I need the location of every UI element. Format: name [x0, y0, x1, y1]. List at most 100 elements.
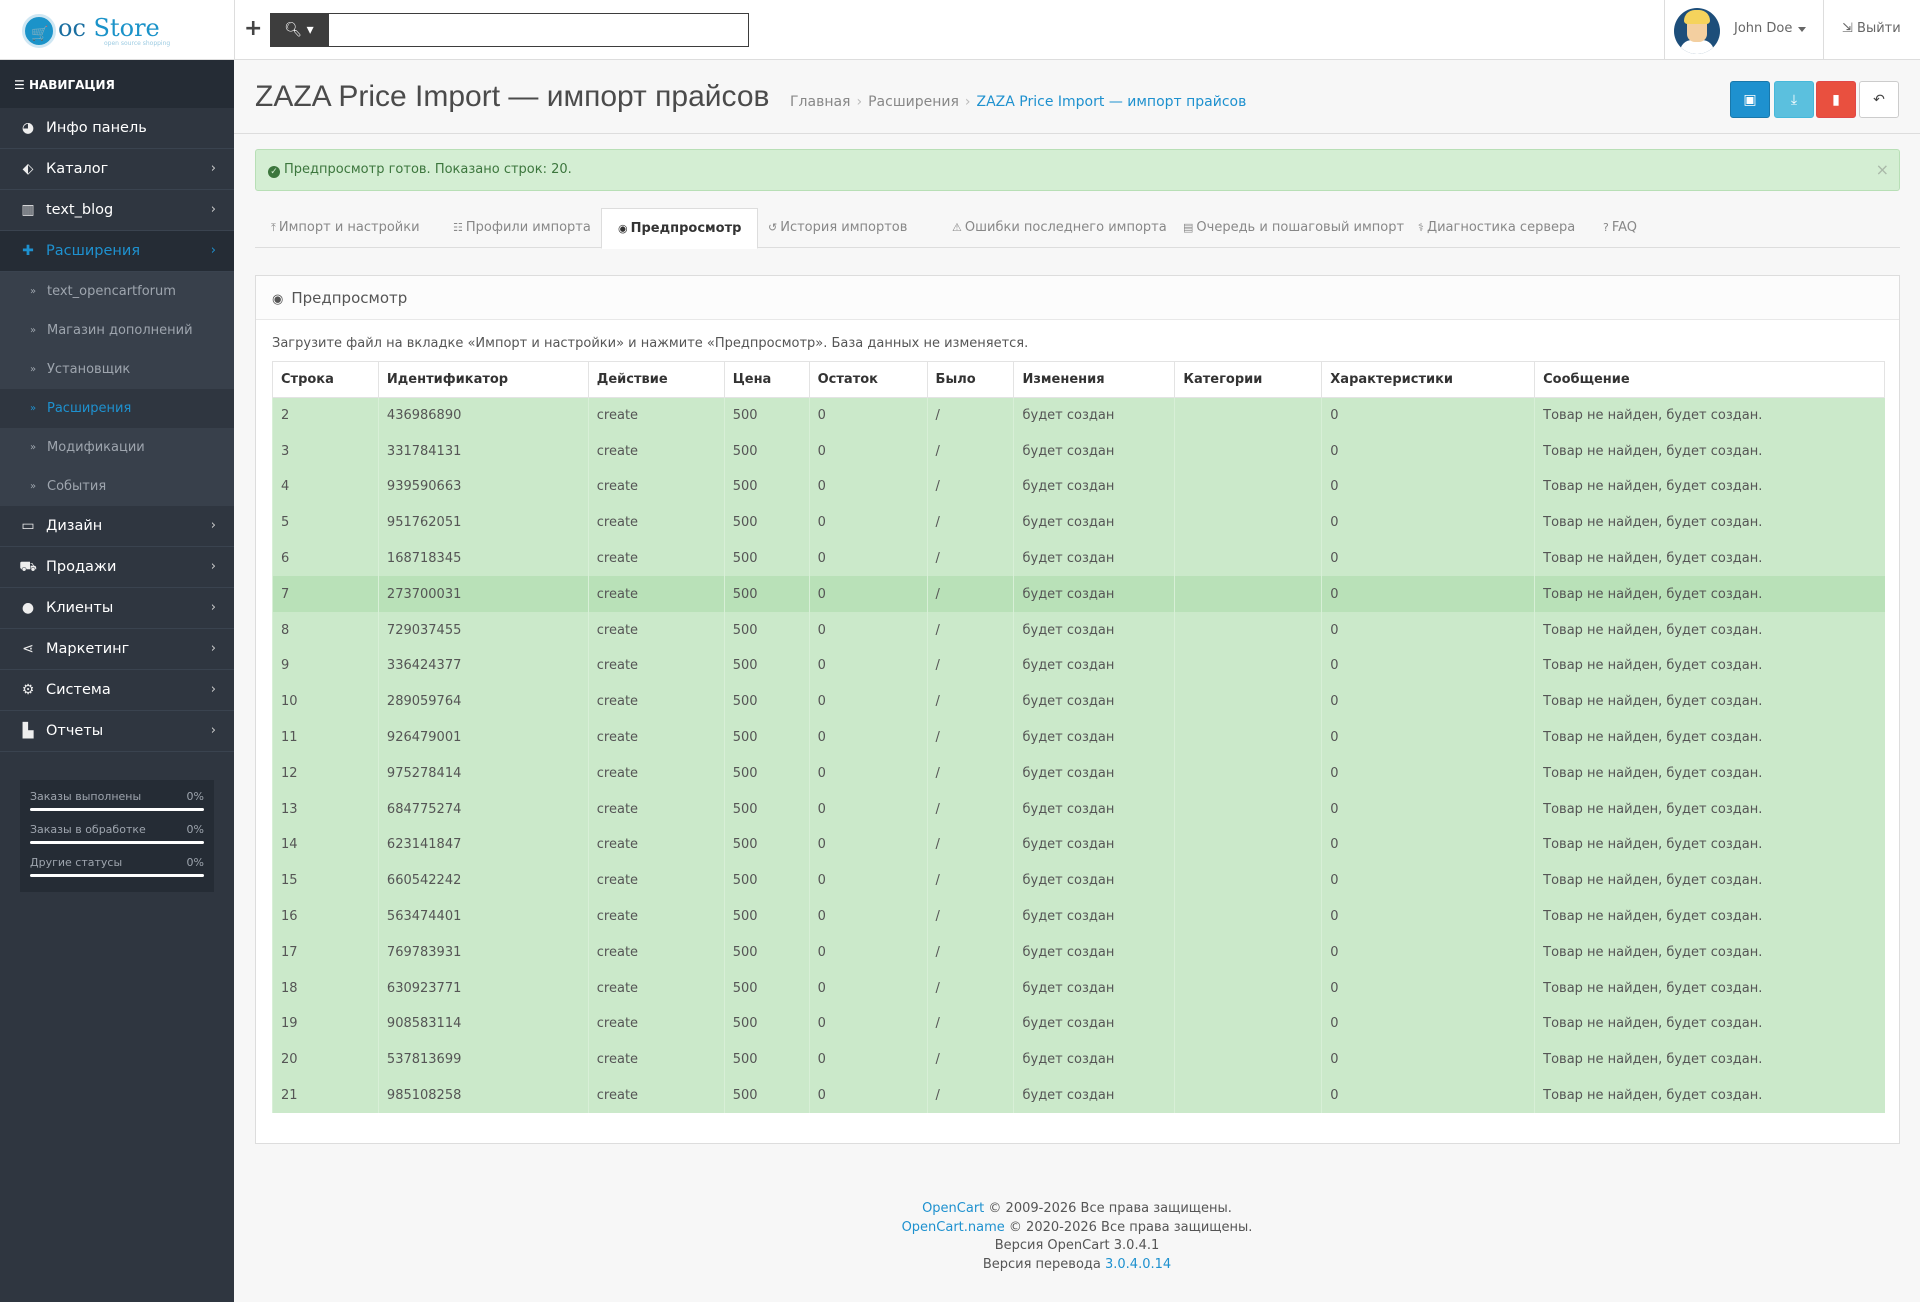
tab-preview[interactable]: ◉ Предпросмотр	[601, 208, 759, 249]
table-cell: будет создан	[1013, 1077, 1175, 1114]
search-dropdown-button[interactable]: 🔍︎ ▾	[270, 13, 328, 47]
logout-link[interactable]: ⇲ Выйти	[1842, 21, 1901, 36]
table-cell: будет создан	[1013, 755, 1175, 792]
reply-icon: ↶	[1873, 92, 1885, 108]
download-button[interactable]: ⤓	[1774, 81, 1814, 118]
avatar[interactable]	[1674, 8, 1720, 54]
sidebar-item-sales[interactable]: ⛟ Продажи ›	[0, 547, 234, 588]
sidebar-item-extensions[interactable]: ✚ Расширения ›	[0, 231, 234, 272]
table-row: 19 908583114 create 500 0/будет создан 0 Товар…	[272, 1006, 1885, 1042]
opencart-name-link[interactable]: OpenCart.name	[902, 1220, 1005, 1235]
table-cell: 908583114	[377, 1006, 589, 1042]
ocstore-logo[interactable]: 🛒 oc Store open source shopping	[22, 14, 172, 50]
tab-import-settings[interactable]: ⤒ Импорт и настройки	[255, 208, 436, 248]
table-cell: 0	[1321, 934, 1535, 971]
sidebar-item-customers[interactable]: ● Клиенты ›	[0, 588, 234, 629]
table-cell: create	[587, 1077, 725, 1114]
sidebar-item-marketing[interactable]: ⋖ Маркетинг ›	[0, 629, 234, 670]
table-cell: 0	[808, 648, 928, 684]
delete-button[interactable]: ▮	[1816, 81, 1856, 118]
tab-last-import-errors[interactable]: ⚠ Ошибки последнего импорта	[936, 208, 1183, 248]
subnav-item-installer[interactable]: » Установщик	[0, 350, 234, 389]
sidebar-item-design[interactable]: ▭ Дизайн ›	[0, 506, 234, 547]
tab-import-profiles[interactable]: ☷ Профили импорта	[437, 208, 607, 248]
table-cell	[1174, 898, 1322, 935]
table-cell: create	[587, 683, 725, 720]
column-header: Действие	[587, 361, 725, 398]
user-name[interactable]: John Doe	[1734, 21, 1792, 36]
table-row: 15 660542242 create 500 0/будет создан 0 Товар…	[272, 862, 1885, 899]
table-cell: будет создан	[1013, 683, 1175, 720]
table-row: 21 985108258 create 500 0/будет создан 0 Товар…	[272, 1077, 1885, 1114]
subnav-item-marketplace[interactable]: » Магазин дополнений	[0, 311, 234, 350]
table-cell: 500	[723, 1041, 810, 1078]
table-cell: 500	[723, 433, 810, 470]
table-cell: 926479001	[377, 719, 589, 756]
bars-icon: ☰	[14, 78, 25, 92]
sidebar-item-blog[interactable]: ▥ text_blog ›	[0, 190, 234, 231]
table-cell: будет создан	[1013, 648, 1175, 684]
progress-bar	[30, 874, 204, 877]
floppy-icon: ▣	[1743, 92, 1757, 108]
table-cell: 0	[1321, 683, 1535, 720]
table-cell: 0	[808, 1041, 928, 1078]
table-cell: create	[587, 791, 725, 828]
tab-queue-import[interactable]: ▤ Очередь и пошаговый импорт	[1167, 208, 1420, 248]
table-cell: 0	[808, 504, 928, 541]
puzzle-icon: ✚	[22, 243, 34, 259]
table-cell: 17	[272, 934, 379, 971]
table-cell: 436986890	[377, 397, 589, 434]
table-cell: Товар не найден, будет создан.	[1534, 612, 1885, 649]
column-header: Изменения	[1013, 361, 1176, 398]
sidebar-item-system[interactable]: ⚙ Система ›	[0, 670, 234, 711]
breadcrumb-home[interactable]: Главная	[790, 94, 850, 110]
tab-server-diagnostics[interactable]: ⚕ Диагностика сервера	[1402, 208, 1591, 248]
table-cell: Товар не найден, будет создан.	[1534, 1077, 1885, 1114]
sidebar-item-catalog[interactable]: ⬖ Каталог ›	[0, 149, 234, 190]
sidebar-item-dashboard[interactable]: ◕ Инфо панель	[0, 108, 234, 149]
table-cell	[1174, 1041, 1322, 1078]
table-cell: будет создан	[1013, 1006, 1175, 1042]
table-cell: /	[926, 862, 1014, 899]
plus-icon[interactable]: +	[244, 18, 262, 40]
table-cell	[1174, 791, 1322, 828]
tab-bar: ⤒ Импорт и настройки ☷ Профили импорта ◉ Пр…	[255, 208, 1900, 249]
table-cell: 0	[1321, 469, 1535, 505]
table-cell: 500	[723, 755, 810, 792]
search-input[interactable]	[328, 13, 749, 47]
breadcrumb-current[interactable]: ZAZA Price Import — импорт прайсов	[977, 94, 1247, 110]
save-button[interactable]: ▣	[1730, 81, 1770, 118]
table-cell: 15	[272, 862, 379, 899]
subnav-item-extensions[interactable]: » Расширения	[0, 389, 234, 428]
nav-header[interactable]: ☰ НАВИГАЦИЯ	[0, 60, 234, 108]
close-icon[interactable]: ×	[1876, 150, 1889, 190]
table-cell: 660542242	[377, 862, 589, 899]
table-cell: Товар не найден, будет создан.	[1534, 827, 1885, 863]
tab-import-history[interactable]: ↺ История импортов	[752, 208, 923, 248]
table-row: 5 951762051 create 500 0/будет создан 0 Товар …	[272, 504, 1885, 541]
table-row: 20 537813699 create 500 0/будет создан 0 Товар…	[272, 1041, 1885, 1078]
stat-completed: Заказы выполнены 0%	[30, 790, 204, 823]
back-button[interactable]: ↶	[1859, 81, 1899, 118]
caret-down-icon[interactable]	[1798, 27, 1806, 32]
translation-version-link[interactable]: 3.0.4.0.14	[1105, 1257, 1171, 1272]
table-cell	[1174, 970, 1322, 1007]
table-row: 17 769783931 create 500 0/будет создан 0 Товар…	[272, 934, 1885, 971]
dashboard-icon: ◕	[21, 120, 35, 136]
sidebar-item-reports[interactable]: ▙ Отчеты ›	[0, 711, 234, 752]
subnav-item-opencartforum[interactable]: » text_opencartforum	[0, 272, 234, 311]
table-cell	[1174, 862, 1322, 899]
subnav-item-events[interactable]: » События	[0, 467, 234, 506]
tab-faq[interactable]: ? FAQ	[1587, 208, 1653, 248]
table-cell: create	[587, 1041, 725, 1078]
table-cell: create	[587, 433, 725, 470]
table-cell: 7	[272, 576, 379, 613]
table-cell	[1174, 469, 1322, 505]
subnav-item-modifications[interactable]: » Модификации	[0, 428, 234, 467]
opencart-link[interactable]: OpenCart	[922, 1201, 984, 1216]
table-cell: 0	[808, 755, 928, 792]
table-cell: 500	[723, 397, 810, 434]
table-cell: будет создан	[1013, 504, 1175, 541]
footer: OpenCart © 2009-2026 Все права защищены.…	[234, 1200, 1920, 1274]
breadcrumb-extensions[interactable]: Расширения	[868, 94, 959, 110]
